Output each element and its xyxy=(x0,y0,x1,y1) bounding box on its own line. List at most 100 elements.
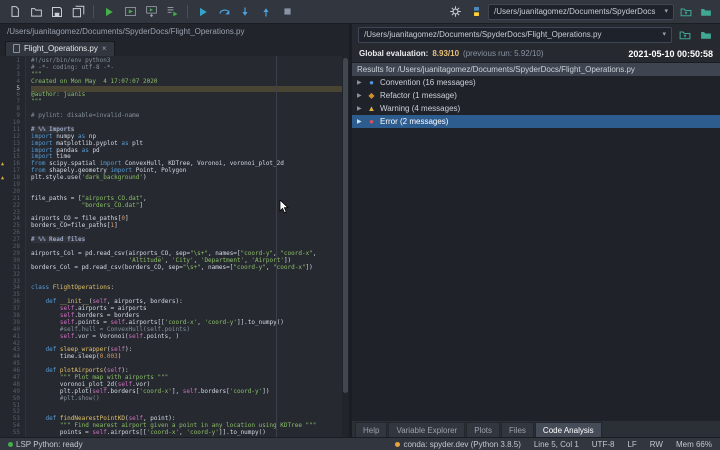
tab-files[interactable]: Files xyxy=(501,422,534,437)
run-cell-advance-button[interactable] xyxy=(142,3,160,21)
code-token xyxy=(31,333,60,340)
gutter-warning-icon: ▲ xyxy=(1,175,4,182)
tab-plots[interactable]: Plots xyxy=(466,422,500,437)
scrollbar-thumb[interactable] xyxy=(343,58,348,393)
main-toolbar: /Users/juanitagomez/Documents/SpyderDocs… xyxy=(0,0,720,24)
stop-debug-button[interactable] xyxy=(278,3,296,21)
code-token: 'coord-y' xyxy=(230,388,263,395)
code-line[interactable]: """ xyxy=(31,99,349,106)
analysis-row-refactor[interactable]: ▶◆Refactor (1 message) xyxy=(352,89,720,102)
code-token: ) xyxy=(118,353,122,360)
code-line[interactable]: borders_CO=file_paths[1] xyxy=(31,223,349,230)
code-line[interactable]: @author: juanis xyxy=(31,92,349,99)
toolbar-separator xyxy=(187,5,188,18)
line-number: 55 xyxy=(0,430,20,437)
analyze-parent-button[interactable] xyxy=(676,26,693,43)
code-line[interactable] xyxy=(31,272,349,279)
code-token: 'dark_background' xyxy=(82,174,143,181)
code-editor[interactable]: 123456789101112131415▲1617▲1819202122232… xyxy=(0,56,349,437)
preferences-button[interactable] xyxy=(446,3,464,21)
refactor-icon: ◆ xyxy=(367,91,376,100)
analysis-row-label: Warning (4 messages) xyxy=(380,104,460,113)
code-token: , xyxy=(143,195,147,202)
analysis-row-error[interactable]: ▶●Error (2 messages) xyxy=(352,115,720,128)
main-area: /Users/juanitagomez/Documents/SpyderDocs… xyxy=(0,24,720,437)
run-file-icon xyxy=(103,6,115,18)
code-line[interactable]: # -*- coding: utf-8 -*- xyxy=(31,65,349,72)
folder-icon xyxy=(699,29,713,41)
code-line[interactable]: self.vor = Voronoi(self.points, ) xyxy=(31,334,349,341)
chevron-down-icon: ▾ xyxy=(662,31,666,38)
chevron-right-icon[interactable]: ▶ xyxy=(357,92,363,99)
code-line[interactable]: time.sleep(0.003) xyxy=(31,354,349,361)
close-icon[interactable]: × xyxy=(102,45,107,53)
plugin-tabbar: HelpVariable ExplorerPlotsFilesCode Anal… xyxy=(352,421,720,437)
code-line[interactable]: borders_Col = pd.read_csv(borders_CO, se… xyxy=(31,265,349,272)
analysis-datetime: 2021-05-10 00:50:58 xyxy=(628,49,713,59)
code-token: 'coord-y' xyxy=(204,319,237,326)
code-analysis-pane: /Users/juanitagomez/Documents/SpyderDocs… xyxy=(352,24,720,437)
step-out-button[interactable] xyxy=(257,3,275,21)
code-token: 'coord-y' xyxy=(186,429,219,436)
code-line[interactable]: #plt.show() xyxy=(31,396,349,403)
code-line[interactable] xyxy=(31,120,349,127)
code-line[interactable]: import pandas as pd xyxy=(31,148,349,155)
toolbar-icon-group xyxy=(6,3,485,21)
save-all-button[interactable] xyxy=(69,3,87,21)
code-line[interactable]: Created on Mon May 4 17:07:07 2020 xyxy=(31,79,349,86)
step-into-button[interactable] xyxy=(236,3,254,21)
save-file-button[interactable] xyxy=(48,3,66,21)
tab-variable-explorer[interactable]: Variable Explorer xyxy=(388,422,465,437)
run-cell-icon xyxy=(124,5,137,18)
tab-flight-operations[interactable]: Flight_Operations.py × xyxy=(5,41,115,56)
line-length-guide xyxy=(276,56,277,437)
code-token: plt.style.use( xyxy=(31,174,82,181)
code-line[interactable]: plt.style.use('dark_background') xyxy=(31,175,349,182)
code-area[interactable]: #!/usr/bin/env python3# -*- coding: utf-… xyxy=(26,56,349,437)
run-selection-icon xyxy=(166,5,179,18)
folder-up-icon xyxy=(679,6,693,18)
editor-scrollbar[interactable] xyxy=(342,56,349,437)
code-line[interactable] xyxy=(31,403,349,410)
cursor-position-status: Line 5, Col 1 xyxy=(534,440,579,449)
code-line[interactable] xyxy=(31,182,349,189)
run-selection-button[interactable] xyxy=(163,3,181,21)
analysis-file-select[interactable]: /Users/juanitagomez/Documents/SpyderDocs… xyxy=(358,27,672,43)
analysis-row-warning[interactable]: ▶▲Warning (4 messages) xyxy=(352,102,720,115)
code-token: ]].to_numpy() xyxy=(219,429,266,436)
editor-breadcrumb: /Users/juanitagomez/Documents/SpyderDocs… xyxy=(0,24,349,39)
browse-directory-button[interactable] xyxy=(697,3,714,20)
editor-tabbar: Flight_Operations.py × xyxy=(0,39,349,56)
tab-code-analysis[interactable]: Code Analysis xyxy=(535,422,602,437)
python-env-icon xyxy=(470,5,483,18)
new-file-button[interactable] xyxy=(6,3,24,21)
debug-file-button[interactable] xyxy=(194,3,212,21)
analysis-row-convention[interactable]: ▶●Convention (16 messages) xyxy=(352,76,720,89)
analyze-browse-button[interactable] xyxy=(697,26,714,43)
toolbar-separator xyxy=(93,5,94,18)
run-cell-button[interactable] xyxy=(121,3,139,21)
line-number-gutter: 123456789101112131415▲1617▲1819202122232… xyxy=(0,56,26,437)
chevron-right-icon[interactable]: ▶ xyxy=(357,118,363,125)
chevron-right-icon[interactable]: ▶ xyxy=(357,105,363,112)
code-token: borders_CO=file_paths[ xyxy=(31,222,110,229)
step-over-button[interactable] xyxy=(215,3,233,21)
code-line[interactable]: # %% Read files xyxy=(31,237,349,244)
save-file-icon xyxy=(51,6,63,18)
code-line[interactable]: class FlightOperations: xyxy=(31,285,349,292)
working-directory-select[interactable]: /Users/juanitagomez/Documents/SpyderDocs… xyxy=(488,4,674,20)
code-line[interactable]: points = self.airports[['coord-x', 'coor… xyxy=(31,430,349,437)
code-line[interactable]: "borders_CO.dat"] xyxy=(31,203,349,210)
conda-env-status[interactable]: conda: spyder.dev (Python 3.8.5) xyxy=(395,440,520,449)
tab-help[interactable]: Help xyxy=(355,422,387,437)
code-token: self xyxy=(60,333,74,340)
analysis-row-label: Error (2 messages) xyxy=(380,117,448,126)
code-token: .vor = Voronoi( xyxy=(74,333,128,340)
code-line[interactable]: # pylint: disable=invalid-name xyxy=(31,113,349,120)
open-file-button[interactable] xyxy=(27,3,45,21)
python-env-button[interactable] xyxy=(467,3,485,21)
lsp-status: LSP Python: ready xyxy=(8,440,83,449)
parent-directory-button[interactable] xyxy=(677,3,694,20)
chevron-right-icon[interactable]: ▶ xyxy=(357,79,363,86)
run-file-button[interactable] xyxy=(100,3,118,21)
